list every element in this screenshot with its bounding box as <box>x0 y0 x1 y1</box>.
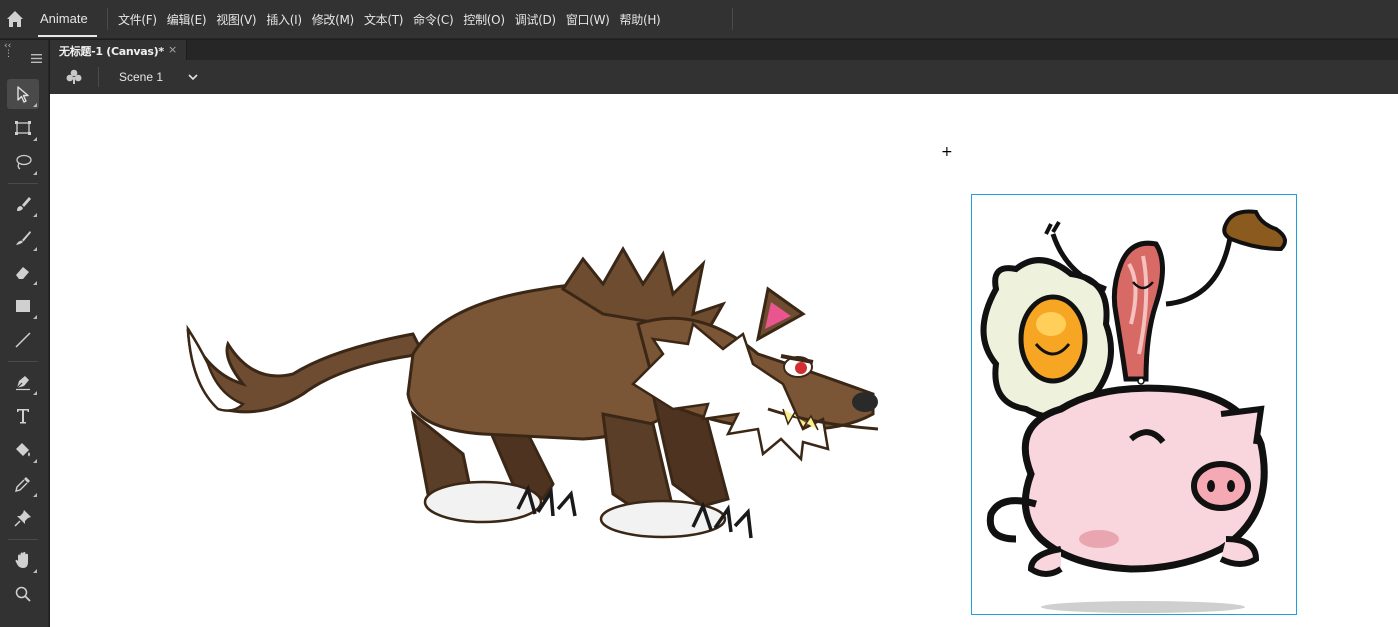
transform-icon <box>15 121 31 135</box>
selection-bounding-box[interactable] <box>971 194 1297 615</box>
zoom-tool[interactable] <box>7 579 39 609</box>
line-tool[interactable] <box>7 325 39 355</box>
text-icon <box>17 409 29 424</box>
app-name-tab[interactable]: Animate <box>40 11 88 26</box>
hand-tool[interactable] <box>7 545 39 575</box>
pen-icon <box>16 376 30 391</box>
document-tab[interactable]: 无标题-1 (Canvas)* × <box>50 40 187 60</box>
scene-bar: Scene 1 <box>50 60 1398 94</box>
line-icon <box>15 332 31 348</box>
menu-insert[interactable]: 插入(I) <box>261 0 306 39</box>
tools-divider <box>8 361 38 362</box>
menu-text[interactable]: 文本(T) <box>359 0 408 39</box>
arrow-cursor-icon <box>17 86 29 103</box>
menu-help[interactable]: 帮助(H) <box>615 0 666 39</box>
menu-divider <box>732 8 733 30</box>
wolf-illustration[interactable] <box>183 244 878 549</box>
paint-brush-tool[interactable] <box>7 189 39 219</box>
pin-icon <box>14 510 31 527</box>
menu-edit[interactable]: 编辑(E) <box>162 0 211 39</box>
eraser-tool[interactable] <box>7 257 39 287</box>
animate-window: Animate 文件(F) 编辑(E) 视图(V) 插入(I) 修改(M) 文本… <box>0 0 1398 627</box>
text-tool[interactable] <box>7 401 39 431</box>
document-tab-label: 无标题-1 (Canvas)* <box>59 45 164 58</box>
stage-canvas[interactable]: + <box>50 94 1398 627</box>
collapse-arrows-icon[interactable]: ‹‹ ⋮ <box>4 42 13 59</box>
app-name-underline <box>38 35 97 37</box>
eyedropper-tool[interactable] <box>7 469 39 499</box>
chevron-down-icon[interactable] <box>187 72 199 82</box>
menu-divider <box>107 8 108 30</box>
eraser-icon <box>16 267 29 279</box>
brush-tool[interactable] <box>7 223 39 253</box>
menu-commands[interactable]: 命令(C) <box>408 0 458 39</box>
menu-view[interactable]: 视图(V) <box>211 0 261 39</box>
lasso-tool[interactable] <box>7 147 39 177</box>
menu-file[interactable]: 文件(F) <box>113 0 162 39</box>
menu-bar: Animate 文件(F) 编辑(E) 视图(V) 插入(I) 修改(M) 文本… <box>0 0 1398 39</box>
scene-name[interactable]: Scene 1 <box>119 70 163 84</box>
rectangle-tool[interactable] <box>7 291 39 321</box>
crosshair-cursor: + <box>941 144 953 160</box>
menu-window[interactable]: 窗口(W) <box>561 0 615 39</box>
hand-icon <box>15 552 28 568</box>
panel-menu-icon[interactable] <box>31 54 42 63</box>
scene-divider <box>98 67 99 87</box>
lasso-icon <box>16 154 32 170</box>
paint-brush-icon <box>17 197 31 211</box>
selection-tool[interactable] <box>7 79 39 109</box>
menu-modify[interactable]: 修改(M) <box>307 0 359 39</box>
magnifier-icon <box>15 586 31 602</box>
paint-bucket-tool[interactable] <box>7 435 39 465</box>
free-transform-tool[interactable] <box>7 113 39 143</box>
menu-control[interactable]: 控制(O) <box>458 0 509 39</box>
menu-debug[interactable]: 调试(D) <box>510 0 561 39</box>
menu-items: 文件(F) 编辑(E) 视图(V) 插入(I) 修改(M) 文本(T) 命令(C… <box>113 0 665 39</box>
tools-divider <box>8 539 38 540</box>
home-icon[interactable] <box>4 8 26 30</box>
pin-tool[interactable] <box>7 503 39 533</box>
brush-icon <box>16 231 31 245</box>
eyedropper-icon <box>15 477 30 492</box>
scene-icon[interactable] <box>65 68 83 86</box>
tools-divider <box>8 183 38 184</box>
pen-tool[interactable] <box>7 367 39 397</box>
paint-bucket-icon <box>16 443 30 457</box>
document-tab-bar: 无标题-1 (Canvas)* × <box>50 40 1398 60</box>
rectangle-icon <box>16 300 30 312</box>
close-icon[interactable]: × <box>168 43 177 56</box>
tools-panel: ‹‹ ⋮ <box>0 40 49 627</box>
